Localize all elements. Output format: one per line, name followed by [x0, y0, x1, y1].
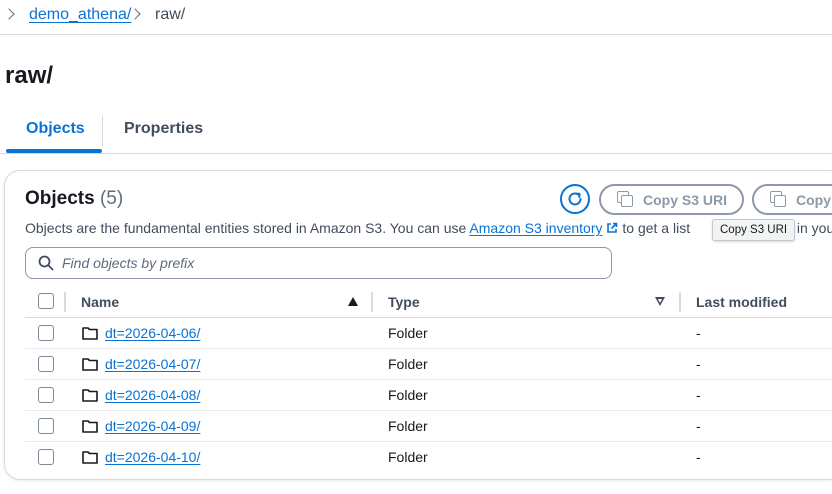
object-last-modified: - [696, 325, 701, 341]
folder-icon [82, 327, 98, 340]
folder-icon [82, 420, 98, 433]
copy-icon [770, 190, 788, 209]
row-divider [25, 379, 832, 380]
row-divider [25, 441, 832, 442]
object-name-link[interactable]: dt=2026-04-07/ [105, 356, 200, 372]
row-checkbox[interactable] [38, 356, 54, 372]
column-separator [64, 292, 66, 312]
folder-icon [82, 451, 98, 464]
tab-objects[interactable]: Objects [26, 120, 85, 138]
breadcrumb-current: raw/ [155, 6, 186, 23]
table-header-border [25, 317, 832, 318]
copy-url-label: Copy [796, 191, 831, 208]
tabs-border [0, 153, 832, 154]
divider [0, 34, 832, 35]
tab-properties[interactable]: Properties [124, 120, 203, 138]
folder-icon [82, 389, 98, 402]
object-type: Folder [388, 356, 428, 372]
row-checkbox[interactable] [38, 449, 54, 465]
sort-ascending-icon[interactable] [348, 297, 358, 306]
object-name-link[interactable]: dt=2026-04-09/ [105, 418, 200, 434]
object-type: Folder [388, 387, 428, 403]
objects-description: Objects are the fundamental entities sto… [25, 220, 690, 236]
objects-heading-label: Objects [25, 188, 95, 209]
row-checkbox[interactable] [38, 418, 54, 434]
select-all-checkbox[interactable] [38, 293, 54, 309]
column-header-name[interactable]: Name [81, 294, 119, 310]
column-resizer[interactable] [679, 292, 681, 312]
row-divider [25, 348, 832, 349]
tooltip: Copy S3 URI [712, 219, 796, 241]
object-type: Folder [388, 418, 428, 434]
object-type: Folder [388, 449, 428, 465]
row-checkbox[interactable] [38, 387, 54, 403]
object-last-modified: - [696, 387, 701, 403]
objects-count: (5) [99, 188, 124, 209]
page-title: raw/ [5, 62, 54, 89]
column-header-type[interactable]: Type [388, 294, 420, 310]
copy-icon [617, 190, 635, 209]
objects-heading: Objects (5) [25, 188, 123, 210]
object-last-modified: - [696, 418, 701, 434]
search-icon [38, 255, 54, 271]
copy-s3-uri-button[interactable]: Copy S3 URI [599, 184, 744, 215]
folder-icon [82, 358, 98, 371]
sort-descending-icon[interactable] [655, 297, 665, 306]
object-last-modified: - [696, 356, 701, 372]
object-type: Folder [388, 325, 428, 341]
description-suffix: to get a list [618, 220, 691, 236]
description-prefix: Objects are the fundamental entities sto… [25, 220, 470, 236]
external-link-icon [607, 222, 618, 233]
chevron-right-icon [3, 8, 15, 20]
object-name-link[interactable]: dt=2026-04-06/ [105, 325, 200, 341]
search-input[interactable] [62, 255, 582, 271]
search-box[interactable] [25, 247, 612, 279]
s3-inventory-link[interactable]: Amazon S3 inventory [469, 220, 602, 236]
object-name-link[interactable]: dt=2026-04-10/ [105, 449, 200, 465]
copy-s3-uri-label: Copy S3 URI [643, 191, 728, 208]
column-header-last-modified[interactable]: Last modified [696, 294, 787, 310]
breadcrumb-link-bucket[interactable]: demo_athena/ [29, 6, 131, 24]
object-last-modified: - [696, 449, 701, 465]
column-resizer[interactable] [371, 292, 373, 312]
refresh-button[interactable] [560, 184, 590, 214]
refresh-icon [568, 192, 582, 206]
object-name-link[interactable]: dt=2026-04-08/ [105, 387, 200, 403]
row-checkbox[interactable] [38, 325, 54, 341]
row-divider [25, 410, 832, 411]
copy-url-button[interactable]: Copy [752, 184, 832, 215]
tab-separator [102, 116, 103, 146]
